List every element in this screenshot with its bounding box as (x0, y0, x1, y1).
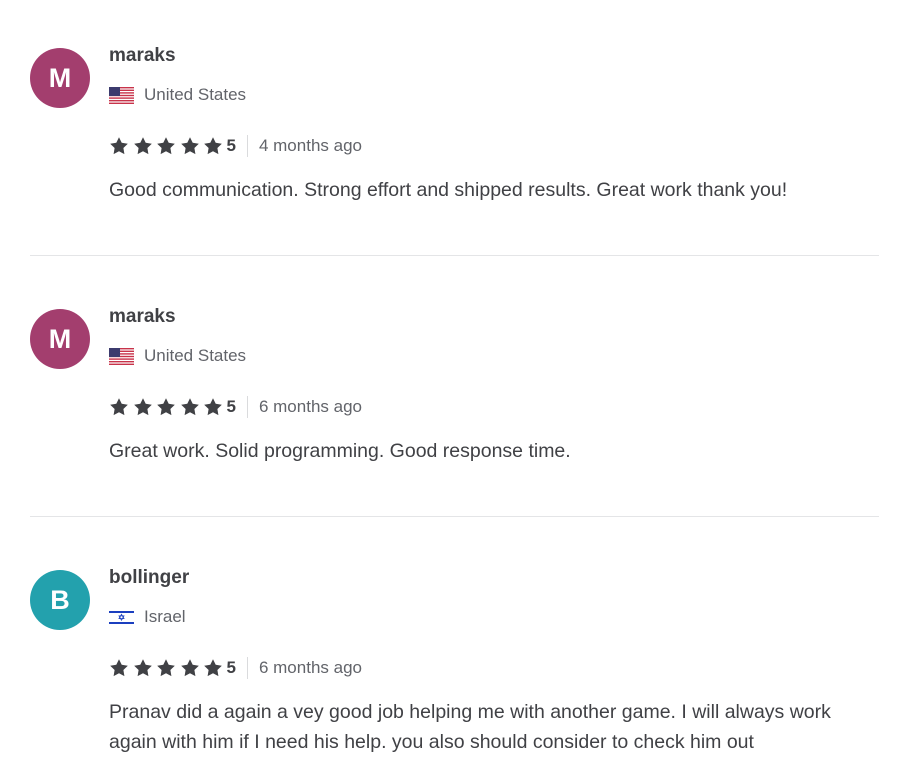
us-flag-icon (109, 347, 134, 365)
review-time-ago: 6 months ago (258, 397, 362, 416)
star-rating (109, 658, 227, 678)
star-icon (133, 398, 152, 416)
avatar-letter: B (50, 584, 70, 615)
avatar[interactable]: M (30, 48, 90, 108)
star-icon (110, 398, 128, 416)
reviewer-username[interactable]: bollinger (109, 567, 189, 589)
reviewer-username[interactable]: maraks (109, 306, 176, 328)
rating-value: 5 (227, 135, 248, 157)
star-rating (109, 136, 227, 156)
reviewer-country: Israel (109, 607, 186, 627)
star-icon (204, 137, 222, 155)
avatar-letter: M (48, 62, 72, 93)
review-divider (30, 516, 879, 517)
star-icon (180, 659, 199, 677)
star-icon (157, 398, 175, 416)
avatar[interactable]: B (30, 570, 90, 630)
star-icon (133, 137, 152, 155)
review-time-ago: 6 months ago (258, 658, 362, 677)
star-rating (109, 397, 227, 417)
review-text: Great work. Solid programming. Good resp… (109, 440, 571, 462)
country-name: United States (144, 346, 247, 365)
reviews-list: M maraks United States 5 4 months ago Go… (0, 0, 900, 764)
reviewer-country: United States (109, 85, 246, 105)
reviewer-country: United States (109, 346, 246, 366)
avatar-letter: M (48, 323, 72, 354)
star-icon (110, 659, 128, 677)
star-icon (180, 398, 199, 416)
star-icon (204, 659, 222, 677)
rating-row: 5 6 months ago (109, 657, 362, 679)
review-divider (30, 255, 879, 256)
review-time-ago: 4 months ago (258, 136, 362, 155)
country-name: United States (144, 85, 247, 104)
star-icon (110, 137, 128, 155)
reviewer-username[interactable]: maraks (109, 45, 176, 67)
avatar[interactable]: M (30, 309, 90, 369)
rating-value: 5 (227, 657, 248, 679)
star-icon (133, 659, 152, 677)
rating-row: 5 6 months ago (109, 396, 362, 418)
rating-row: 5 4 months ago (109, 135, 362, 157)
israel-flag-icon (109, 608, 134, 626)
star-icon (157, 137, 175, 155)
star-icon (180, 137, 199, 155)
country-name: Israel (144, 607, 186, 626)
review-text: Pranav did a again a vey good job helpin… (109, 701, 831, 753)
us-flag-icon (109, 86, 134, 104)
star-icon (157, 659, 175, 677)
review-text: Good communication. Strong effort and sh… (109, 179, 788, 201)
star-icon (204, 398, 222, 416)
rating-value: 5 (227, 396, 248, 418)
